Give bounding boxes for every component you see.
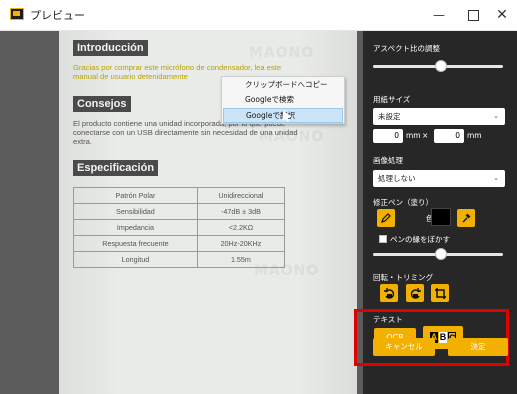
- spec-table: Patrón Polar Unidireccional Sensibilidad -…: [73, 187, 286, 268]
- app-icon: [10, 8, 24, 20]
- table-cell: 20Hz-20KHz: [196, 235, 286, 252]
- crop-button[interactable]: [431, 284, 449, 302]
- pencil-icon: [381, 213, 391, 223]
- minimize-button[interactable]: —: [421, 0, 457, 30]
- pen-color-swatch[interactable]: [431, 208, 451, 226]
- rotate-right-icon: [410, 287, 421, 299]
- title-bar: プレビュー — ✕: [0, 0, 517, 31]
- eyedropper-icon: [462, 213, 471, 223]
- table-cell: 1.55m: [196, 251, 286, 268]
- table-row: Patrón Polar Unidireccional: [73, 187, 286, 204]
- aspect-slider-knob[interactable]: [435, 60, 447, 72]
- table-row: Sensibilidad -47dB ± 3dB: [73, 203, 286, 220]
- image-processing-label: 画像処理: [373, 156, 403, 165]
- menu-item-google-search[interactable]: Googleで検索: [223, 93, 343, 107]
- table-cell: Unidireccional: [196, 187, 286, 204]
- table-cell: Impedancia: [73, 219, 198, 236]
- table-row: Longitud 1.55m: [73, 251, 286, 268]
- intro-heading: Introducción: [73, 40, 148, 56]
- pen-tool-button[interactable]: [377, 209, 395, 227]
- table-cell: <2.2KΩ: [196, 219, 286, 236]
- width-unit: mm: [406, 131, 421, 140]
- window-title: プレビュー: [30, 9, 85, 22]
- tips-heading: Consejos: [73, 96, 131, 112]
- ok-button[interactable]: 決定: [448, 338, 508, 356]
- close-button[interactable]: ✕: [484, 0, 517, 30]
- menu-item-copy-clipboard[interactable]: クリップボードへコピー: [223, 78, 343, 92]
- blur-edge-label: ペンの縁をぼかす: [390, 235, 450, 244]
- aspect-slider[interactable]: [373, 60, 503, 72]
- table-cell: -47dB ± 3dB: [196, 203, 286, 220]
- aspect-label: アスペクト比の調整: [373, 44, 440, 53]
- image-processing-select[interactable]: 処理しない ⌄: [373, 170, 505, 187]
- chevron-down-icon: ⌄: [493, 112, 499, 120]
- crop-icon: [434, 287, 446, 299]
- pen-label: 修正ペン（塗り）: [373, 198, 433, 207]
- rotate-trim-label: 回転・トリミング: [373, 273, 433, 282]
- table-cell: Respuesta frecuente: [73, 235, 198, 252]
- rotate-left-icon: [383, 287, 394, 299]
- table-cell: Patrón Polar: [73, 187, 198, 204]
- table-row: Respuesta frecuente 20Hz-20KHz: [73, 235, 286, 252]
- paper-size-value: 未設定: [378, 112, 401, 121]
- times-symbol: ×: [422, 131, 429, 140]
- table-cell: Sensibilidad: [73, 203, 198, 220]
- rotate-right-button[interactable]: [406, 284, 424, 302]
- pen-size-slider-knob[interactable]: [435, 248, 447, 260]
- chevron-down-icon: ⌄: [493, 174, 499, 182]
- height-input[interactable]: 0: [434, 129, 464, 143]
- maximize-icon: [467, 9, 479, 21]
- image-processing-value: 処理しない: [378, 174, 416, 183]
- table-row: Impedancia <2.2KΩ: [73, 219, 286, 236]
- width-input[interactable]: 0: [373, 129, 403, 143]
- table-cell: Longitud: [73, 251, 198, 268]
- eyedropper-button[interactable]: [457, 209, 475, 227]
- height-unit: mm: [467, 131, 482, 140]
- spec-heading: Especificación: [73, 160, 159, 176]
- pen-size-slider[interactable]: [373, 248, 503, 260]
- paper-size-label: 用紙サイズ: [373, 95, 411, 104]
- cancel-button[interactable]: キャンセル: [373, 338, 435, 356]
- blur-edge-checkbox[interactable]: [379, 235, 387, 243]
- watermark-text: MAONO: [249, 45, 315, 61]
- paper-size-select[interactable]: 未設定 ⌄: [373, 108, 505, 125]
- rotate-left-button[interactable]: [380, 284, 398, 302]
